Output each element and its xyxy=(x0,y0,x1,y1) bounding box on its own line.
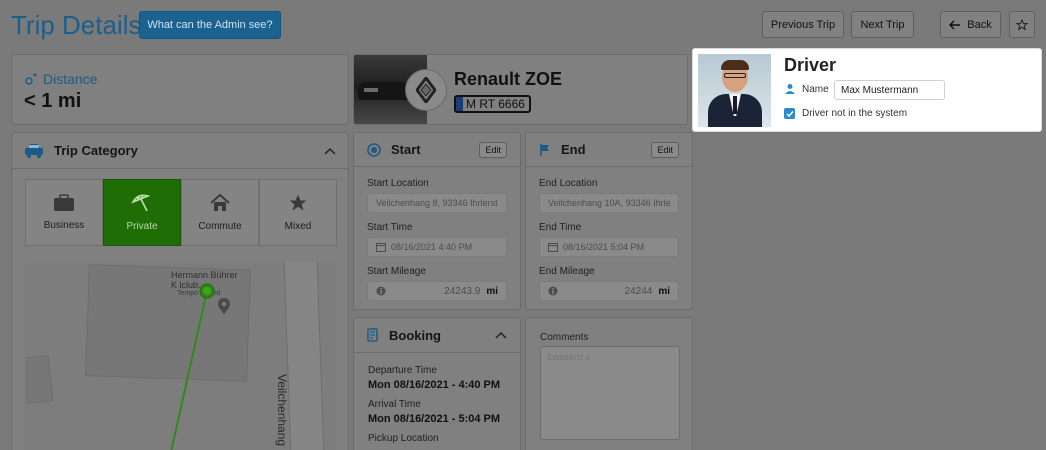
pickup-location-label: Pickup Location xyxy=(368,433,439,444)
start-time-label: Start Time xyxy=(367,222,413,233)
driver-name-input[interactable] xyxy=(834,80,945,100)
end-location-field[interactable]: Veilchenhang 10A, 93346 Ihrle xyxy=(539,193,679,213)
vehicle-card: Renault ZOE M RT 6666 xyxy=(353,54,688,125)
arrival-time-value: Mon 08/16/2021 - 5:04 PM xyxy=(368,413,501,425)
end-edit-button[interactable]: Edit xyxy=(651,141,679,158)
chevron-up-icon[interactable] xyxy=(495,331,507,339)
category-business-label: Business xyxy=(43,220,85,231)
trip-route-line xyxy=(170,283,215,450)
comments-label: Comments xyxy=(540,332,589,343)
map-street-label: Veilchenhang xyxy=(275,374,289,447)
next-trip-button[interactable]: Next Trip xyxy=(851,11,914,38)
distance-value: < 1 mi xyxy=(24,90,82,112)
category-private-button[interactable]: Private xyxy=(103,179,181,246)
comments-card: Comments xyxy=(525,317,693,450)
page-title: Trip Details xyxy=(11,10,142,40)
distance-card: Distance < 1 mi xyxy=(11,54,349,125)
car-category-icon xyxy=(25,143,43,158)
info-icon xyxy=(548,286,558,296)
start-time-value: 08/16/2021 4:40 PM xyxy=(391,242,473,252)
end-time-field[interactable]: 08/16/2021 5:04 PM xyxy=(539,237,679,257)
booking-title: Booking xyxy=(389,327,441,343)
start-card: Start Edit Start Location Veilchenhang 8… xyxy=(353,132,521,310)
home-icon xyxy=(210,193,230,211)
driver-title: Driver xyxy=(784,55,837,75)
flag-icon xyxy=(540,143,549,156)
driver-not-in-system-checkbox[interactable] xyxy=(784,108,795,119)
arrival-time-label: Arrival Time xyxy=(368,399,421,410)
arrow-left-icon xyxy=(949,20,961,29)
booking-card: Booking Departure Time Mon 08/16/2021 - … xyxy=(353,317,521,450)
check-icon xyxy=(785,110,794,117)
category-commute-button[interactable]: Commute xyxy=(181,179,259,246)
renault-logo-icon xyxy=(416,77,436,103)
end-mileage-label: End Mileage xyxy=(539,266,595,277)
end-location-label: End Location xyxy=(539,178,598,189)
star-icon xyxy=(289,194,307,211)
briefcase-icon xyxy=(54,194,74,211)
trip-category-title: Trip Category xyxy=(54,143,138,158)
previous-trip-button[interactable]: Previous Trip xyxy=(762,11,844,38)
category-mixed-label: Mixed xyxy=(284,221,312,232)
star-outline-icon xyxy=(1016,18,1028,30)
trip-map[interactable]: Hermann Bührer K lclub... Tempo closed V… xyxy=(25,262,336,450)
start-mileage-unit: mi xyxy=(486,285,498,297)
license-plate-text: M RT 6666 xyxy=(466,97,525,111)
category-business-button[interactable]: Business xyxy=(25,179,103,246)
end-card: End Edit End Location Veilchenhang 10A, … xyxy=(525,132,693,310)
start-mileage-label: Start Mileage xyxy=(367,266,426,277)
end-title: End xyxy=(561,142,586,157)
category-commute-label: Commute xyxy=(198,221,242,232)
end-mileage-unit: mi xyxy=(658,285,670,297)
beach-umbrella-icon xyxy=(131,194,151,212)
end-mileage-field[interactable]: 24244 mi xyxy=(539,281,679,301)
comments-textarea[interactable] xyxy=(540,346,680,440)
eu-band xyxy=(456,97,463,111)
start-edit-button[interactable]: Edit xyxy=(479,141,507,158)
driver-photo xyxy=(698,54,771,127)
back-button[interactable]: Back xyxy=(940,11,1001,38)
booking-document-icon xyxy=(367,328,378,342)
driver-card: Driver Name Driver not in the system xyxy=(692,48,1042,132)
back-label: Back xyxy=(967,18,992,31)
end-time-value: 08/16/2021 5:04 PM xyxy=(563,242,645,252)
end-mileage-value: 24244 xyxy=(624,285,653,297)
person-icon xyxy=(785,84,795,94)
start-time-field[interactable]: 08/16/2021 4:40 PM xyxy=(367,237,507,257)
category-mixed-button[interactable]: Mixed xyxy=(259,179,337,246)
favorite-button[interactable] xyxy=(1009,11,1035,38)
info-icon xyxy=(376,286,386,296)
brand-logo xyxy=(405,69,447,111)
driver-not-in-system-label: Driver not in the system xyxy=(802,108,908,119)
vehicle-name: Renault ZOE xyxy=(454,69,563,89)
end-time-label: End Time xyxy=(539,222,582,233)
map-pin-icon[interactable] xyxy=(218,298,230,314)
distance-icon xyxy=(25,73,37,85)
start-target-icon xyxy=(367,142,381,157)
calendar-icon xyxy=(548,243,558,252)
license-plate: M RT 6666 xyxy=(454,95,531,113)
distance-label: Distance xyxy=(43,71,98,87)
chevron-up-icon[interactable] xyxy=(324,147,336,155)
start-mileage-field[interactable]: 24243.9 mi xyxy=(367,281,507,301)
previous-trip-label: Previous Trip xyxy=(770,18,836,31)
start-location-label: Start Location xyxy=(367,178,429,189)
category-private-label: Private xyxy=(126,221,158,232)
calendar-icon xyxy=(376,243,386,252)
departure-time-label: Departure Time xyxy=(368,365,437,376)
driver-name-label: Name xyxy=(802,83,829,95)
admin-view-button[interactable]: What can the Admin see? xyxy=(139,11,281,39)
start-title: Start xyxy=(391,142,421,157)
next-trip-label: Next Trip xyxy=(860,18,905,31)
departure-time-value: Mon 08/16/2021 - 4:40 PM xyxy=(368,379,501,391)
start-location-field[interactable]: Veilchenhang 8, 93346 Ihrlerst xyxy=(367,193,507,213)
start-mileage-value: 24243.9 xyxy=(444,285,481,297)
